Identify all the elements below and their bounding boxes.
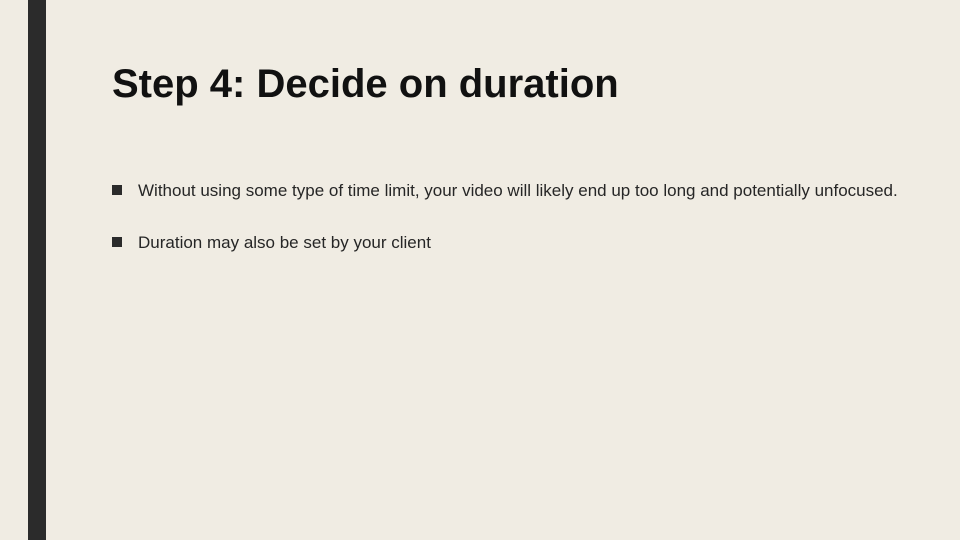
slide-body: Without using some type of time limit, y…	[112, 180, 902, 284]
bullet-list: Without using some type of time limit, y…	[112, 180, 902, 254]
list-item: Duration may also be set by your client	[112, 232, 902, 254]
slide-title: Step 4: Decide on duration	[112, 62, 619, 107]
slide: Step 4: Decide on duration Without using…	[0, 0, 960, 540]
side-stripe	[28, 0, 46, 540]
list-item: Without using some type of time limit, y…	[112, 180, 902, 202]
